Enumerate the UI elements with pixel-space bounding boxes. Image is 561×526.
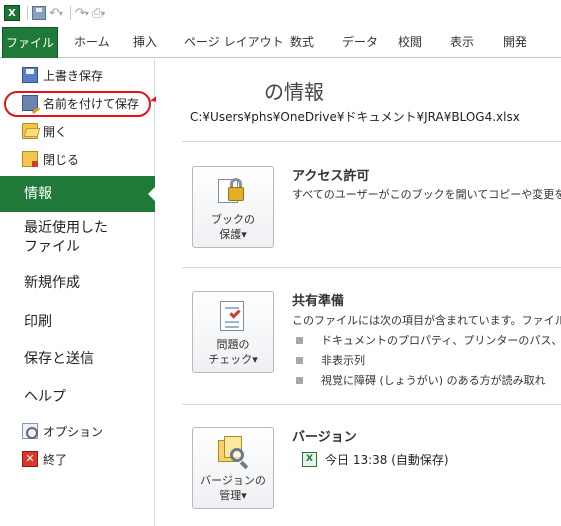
open-command[interactable]: 開く [4,120,67,142]
nav-info[interactable]: 情報 [0,176,156,212]
bullet-square-icon [296,336,303,344]
checklist-icon [216,300,250,332]
close-label: 閉じる [43,152,80,167]
exit-command[interactable]: ✕ 終了 [4,448,67,470]
section-divider [182,267,561,268]
nav-print[interactable]: 印刷 [24,311,52,331]
close-folder-icon [22,151,38,167]
toolbar-divider [27,6,28,20]
tab-developer[interactable]: 開発 [503,27,527,58]
open-label: 開く [43,124,68,139]
save-as-highlight-ring [4,91,151,117]
nav-recent[interactable]: 最近使用した ファイル [24,219,108,257]
tab-view[interactable]: 表示 [450,27,474,58]
nav-new[interactable]: 新規作成 [24,272,80,292]
section-divider [182,141,561,142]
excel-file-icon: X [302,452,317,467]
tab-insert[interactable]: 挿入 [133,27,157,58]
options-icon [22,423,38,439]
section-divider [182,404,561,405]
autosave-version-entry[interactable]: X 今日 13:38 (自動保存) [302,451,449,468]
options-label: オプション [43,424,104,439]
info-panel: の情報 C:¥Users¥phs¥OneDrive¥ドキュメント¥JRA¥BLO… [156,59,561,526]
exit-label: 終了 [43,452,68,467]
save-icon [22,67,38,83]
nav-recent-line2: ファイル [24,239,80,255]
prepare-title: 共有準備 [292,294,345,309]
open-folder-icon [22,123,38,139]
backstage-nav: 上書き保存 名前を付けて保存 開く 閉じる 情報 最近使用した ファイル 新規作… [0,59,156,526]
save-command[interactable]: 上書き保存 [4,64,103,86]
tab-home[interactable]: ホーム [74,27,110,58]
nav-save-send[interactable]: 保存と送信 [24,348,94,368]
save-label: 上書き保存 [43,68,104,83]
permissions-text: すべてのユーザーがこのブックを開いてコピーや変更を行 [292,188,561,201]
autosave-version-label: 今日 13:38 (自動保存) [325,453,449,467]
bullet-square-icon [296,356,303,364]
prepare-bullet: 視覚に障碍 (しょうがい) のある方が読み取れ [296,372,546,388]
protect-workbook-label: ブックの 保護▾ [211,213,255,241]
manage-versions-button[interactable]: バージョンの 管理▾ [192,427,274,509]
close-command[interactable]: 閉じる [4,148,79,170]
toolbar-divider [69,6,71,20]
versions-title: バージョン [292,430,357,445]
tab-data[interactable]: データ [342,27,378,58]
check-for-issues-label: 問題の チェック▾ [208,338,258,366]
customize-toolbar-icon[interactable]: ▾ [101,9,105,18]
tab-review[interactable]: 校閲 [398,27,422,58]
prepare-bullet: 非表示列 [296,352,365,368]
info-title: の情報 [264,80,324,104]
undo-dropdown-icon[interactable]: ▾ [59,9,63,18]
quick-save-icon[interactable] [32,6,46,20]
bullet-square-icon [296,376,303,384]
versions-icon [216,436,250,470]
exit-icon: ✕ [22,451,38,467]
prepare-text: このファイルには次の項目が含まれています。ファイルの [292,314,561,327]
manage-versions-label: バージョンの 管理▾ [200,474,266,502]
excel-logo-icon: X [4,5,20,21]
file-path: C:¥Users¥phs¥OneDrive¥ドキュメント¥JRA¥BLOG4.x… [190,110,520,124]
redo-dropdown-icon[interactable]: ▾ [85,9,89,18]
tab-formulas[interactable]: 数式 [290,27,314,58]
chevron-down-icon: ▾ [241,228,247,241]
chevron-down-icon: ▾ [241,489,247,502]
ribbon-tab-bar: ファイル ホーム 挿入 ページ レイアウト 数式 データ 校閲 表示 開発 [0,27,561,58]
prepare-bullet: ドキュメントのプロパティ、プリンターのパス、作成 [296,332,561,348]
permissions-title: アクセス許可 [292,169,370,184]
nav-help[interactable]: ヘルプ [24,386,66,406]
options-command[interactable]: オプション [4,420,103,442]
quick-access-toolbar: X ↶ ▾ ↷ ▾ ⎙ ▾ [0,0,561,26]
check-for-issues-button[interactable]: 問題の チェック▾ [192,291,274,373]
tab-file[interactable]: ファイル [2,27,58,58]
tab-page-layout[interactable]: ページ レイアウト [184,27,284,58]
lock-icon [216,175,250,207]
chevron-down-icon: ▾ [252,353,258,366]
protect-workbook-button[interactable]: ブックの 保護▾ [192,166,274,248]
nav-recent-line1: 最近使用した [24,220,108,236]
